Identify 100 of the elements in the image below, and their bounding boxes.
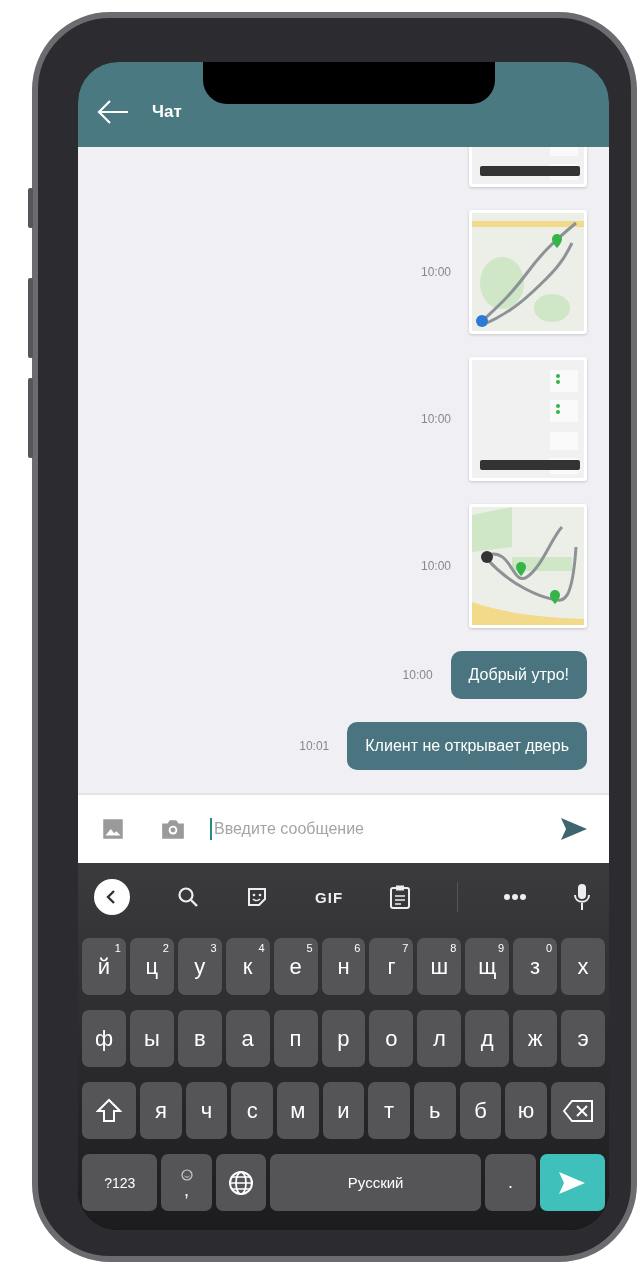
key-label: и	[337, 1097, 350, 1124]
letter-key[interactable]: с	[231, 1082, 274, 1139]
period-key[interactable]: .	[485, 1154, 536, 1211]
globe-icon	[227, 1169, 254, 1196]
shift-key[interactable]	[82, 1082, 137, 1139]
key-label: ь	[429, 1097, 441, 1124]
letter-key[interactable]: н 6	[321, 938, 366, 995]
letter-key[interactable]: ю	[505, 1082, 547, 1139]
key-label: э	[577, 1025, 589, 1052]
map-thumbnail[interactable]	[469, 210, 587, 334]
send-icon[interactable]	[559, 816, 589, 842]
key-hint: 2	[162, 942, 169, 954]
letter-key[interactable]: р	[321, 1010, 366, 1067]
send-icon	[558, 1170, 587, 1195]
space-key[interactable]: Русский	[270, 1154, 482, 1211]
key-label: ю	[517, 1097, 535, 1124]
more-icon[interactable]	[503, 893, 528, 901]
key-label: к	[242, 953, 253, 980]
letter-key[interactable]: э	[561, 1010, 605, 1067]
letter-key[interactable]: ч	[185, 1082, 228, 1139]
letter-key[interactable]: г 7	[369, 938, 414, 995]
collapse-button[interactable]	[94, 879, 130, 915]
letter-key[interactable]: з 0	[513, 938, 558, 995]
letter-key[interactable]: х	[561, 938, 605, 995]
gif-button[interactable]: GIF	[315, 888, 344, 906]
letter-key[interactable]: ж	[513, 1010, 558, 1067]
letter-key[interactable]: я	[140, 1082, 182, 1139]
key-label: д	[480, 1025, 494, 1052]
search-icon[interactable]	[175, 885, 200, 909]
key-label: п	[289, 1025, 302, 1052]
key-label: ч	[200, 1097, 213, 1124]
key-label: ц	[145, 953, 159, 980]
key-label: в	[193, 1025, 206, 1052]
key-label: ш	[430, 953, 449, 980]
key-label: г	[387, 953, 396, 980]
back-arrow-icon[interactable]	[96, 99, 130, 124]
message-input[interactable]: Введите сообщение	[210, 818, 525, 840]
key-label: ф	[94, 1025, 113, 1052]
letter-key[interactable]: у 3	[177, 938, 222, 995]
letter-key[interactable]: к 4	[225, 938, 270, 995]
letter-key[interactable]: ь	[413, 1082, 456, 1139]
key-label: л	[432, 1025, 446, 1052]
letter-key[interactable]: м	[277, 1082, 319, 1139]
key-label: е	[289, 953, 302, 980]
image-icon[interactable]	[100, 816, 126, 842]
message-time: 10:00	[420, 559, 451, 573]
message-bubble: Клиент не открывает дверь	[347, 722, 587, 770]
letter-key[interactable]: й 1	[82, 938, 126, 995]
key-hint: 8	[450, 942, 457, 954]
key-label: а	[241, 1025, 254, 1052]
message-time: 10:00	[420, 412, 451, 426]
message-time: 10:00	[402, 668, 433, 682]
key-label: щ	[478, 953, 497, 980]
key-label: ,	[184, 1182, 190, 1197]
letter-key[interactable]: в	[177, 1010, 222, 1067]
key-label: б	[474, 1097, 487, 1124]
letter-key[interactable]: и	[322, 1082, 365, 1139]
key-label: й	[97, 953, 111, 980]
letter-key[interactable]: т	[368, 1082, 410, 1139]
key-label: о	[385, 1025, 398, 1052]
key-label: с	[246, 1097, 258, 1124]
key-hint: 3	[210, 942, 217, 954]
letter-key[interactable]: е 5	[273, 938, 318, 995]
letter-key[interactable]: ф	[82, 1010, 126, 1067]
language-key[interactable]	[215, 1154, 267, 1211]
letter-key[interactable]: л	[417, 1010, 462, 1067]
message-time: 10:01	[299, 739, 330, 753]
key-hint: 1	[114, 942, 121, 954]
letter-key[interactable]: б	[459, 1082, 502, 1139]
letter-key[interactable]: щ 9	[465, 938, 510, 995]
symbols-key[interactable]: ?123	[82, 1154, 158, 1211]
key-hint: 7	[402, 942, 409, 954]
key-label: я	[155, 1097, 167, 1124]
microphone-icon[interactable]	[572, 883, 591, 911]
letter-key[interactable]: ц 2	[129, 938, 174, 995]
key-label: р	[337, 1025, 350, 1052]
clipboard-icon[interactable]	[388, 884, 411, 910]
shift-icon	[96, 1097, 123, 1124]
letter-key[interactable]: а	[225, 1010, 270, 1067]
key-label: м	[290, 1097, 306, 1124]
key-label: т	[384, 1097, 395, 1124]
key-hint: 0	[545, 942, 553, 954]
backspace-icon	[562, 1099, 593, 1122]
key-label: х	[577, 953, 589, 980]
comma-key[interactable]: ,	[161, 1154, 212, 1211]
key-hint: 4	[258, 942, 265, 954]
letter-key[interactable]: ш 8	[417, 938, 462, 995]
map-thumbnail[interactable]	[469, 504, 587, 628]
screen-title: Чат	[152, 101, 182, 122]
enter-key[interactable]	[539, 1154, 605, 1211]
letter-key[interactable]: п	[273, 1010, 318, 1067]
backspace-key[interactable]	[550, 1082, 605, 1139]
key-hint: 5	[306, 942, 313, 954]
emoji-icon	[180, 1168, 193, 1181]
letter-key[interactable]: о	[369, 1010, 414, 1067]
letter-key[interactable]: ы	[129, 1010, 174, 1067]
letter-key[interactable]: д	[465, 1010, 510, 1067]
key-label: у	[194, 953, 206, 980]
screenshot-thumbnail[interactable]	[469, 357, 587, 481]
key-hint: 6	[354, 942, 361, 954]
